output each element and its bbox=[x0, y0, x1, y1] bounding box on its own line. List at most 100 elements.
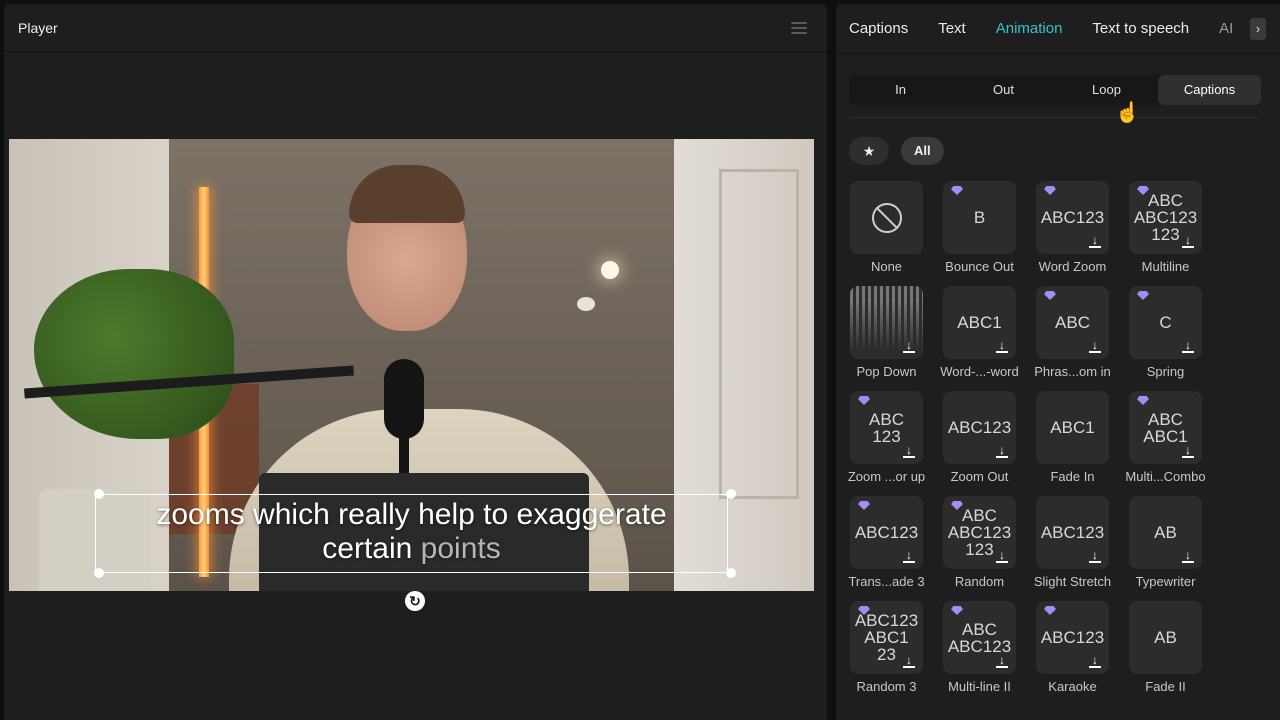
video-lamp-bulb bbox=[601, 261, 619, 279]
animation-preview-text: ABC1 bbox=[957, 313, 1002, 332]
animation-card[interactable]: ABC 123 ↓ Zoom ...or up bbox=[845, 391, 938, 496]
animation-label: Zoom Out bbox=[950, 469, 1009, 484]
tab-captions[interactable]: Captions bbox=[849, 20, 908, 37]
animation-card[interactable]: ABC1 ↓ Word-...-word bbox=[938, 286, 1031, 391]
resize-handle-top-right[interactable] bbox=[726, 489, 736, 499]
animation-preview-text: ABC ABC1 bbox=[1143, 409, 1188, 446]
animation-preview-tile: ABC123 ↓ bbox=[1036, 496, 1109, 569]
animation-card[interactable]: AB ↓ Typewriter bbox=[1124, 496, 1217, 601]
download-icon[interactable]: ↓ bbox=[902, 443, 916, 458]
premium-diamond-icon bbox=[858, 501, 870, 510]
animation-preview-tile: ABC123 ↓ bbox=[1036, 601, 1109, 674]
prohibited-icon bbox=[871, 202, 902, 233]
download-icon[interactable]: ↓ bbox=[902, 653, 916, 668]
segment-in[interactable]: In bbox=[849, 75, 952, 105]
segment-divider bbox=[849, 117, 1259, 118]
download-icon[interactable]: ↓ bbox=[1088, 338, 1102, 353]
panel-tabs: Captions Text Animation Text to speech A… bbox=[836, 4, 1280, 54]
animation-preview-tile: ABC ABC1 ↓ bbox=[1129, 391, 1202, 464]
tab-ai[interactable]: AI bbox=[1219, 20, 1233, 37]
premium-diamond-icon bbox=[951, 186, 963, 195]
animation-card[interactable]: B Bounce Out bbox=[938, 181, 1031, 286]
animation-label: Bounce Out bbox=[945, 259, 1014, 274]
rotate-handle-icon[interactable]: ↻ bbox=[405, 591, 425, 611]
animation-card[interactable]: ABC ABC123 ↓ Multi-line II bbox=[938, 601, 1031, 706]
animation-preview-tile: ↓ bbox=[850, 286, 923, 359]
animation-card[interactable]: ABC1 Fade In bbox=[1031, 391, 1124, 496]
animation-card[interactable]: ABC123 ↓ Trans...ade 3 bbox=[845, 496, 938, 601]
tab-text-to-speech[interactable]: Text to speech bbox=[1092, 20, 1189, 37]
animation-label: Trans...ade 3 bbox=[848, 574, 925, 589]
caption-selection-box[interactable] bbox=[95, 494, 728, 573]
download-icon[interactable]: ↓ bbox=[1181, 548, 1195, 563]
download-icon[interactable]: ↓ bbox=[1088, 233, 1102, 248]
animation-card[interactable]: ABC ABC123 123 ↓ Multiline bbox=[1124, 181, 1217, 286]
animation-label: Multi...Combo bbox=[1125, 469, 1206, 484]
hand-pointer-cursor-icon: ☝ bbox=[1115, 102, 1140, 124]
animation-card[interactable]: AB Fade II bbox=[1124, 601, 1217, 706]
download-icon[interactable]: ↓ bbox=[1088, 548, 1102, 563]
animation-card[interactable]: ABC123 ↓ Slight Stretch bbox=[1031, 496, 1124, 601]
animation-preview-text: ABC123 bbox=[947, 418, 1012, 437]
animation-card[interactable]: None bbox=[845, 181, 938, 286]
animation-preview-text: B bbox=[973, 208, 986, 227]
animation-preview-tile: ABC1 ↓ bbox=[943, 286, 1016, 359]
animation-label: Word Zoom bbox=[1038, 259, 1107, 274]
animation-preview-text: ABC123 bbox=[1040, 628, 1105, 647]
video-lamp-head bbox=[577, 297, 595, 311]
download-icon[interactable]: ↓ bbox=[995, 338, 1009, 353]
resize-handle-bottom-left[interactable] bbox=[94, 568, 104, 578]
animation-card[interactable]: C ↓ Spring bbox=[1124, 286, 1217, 391]
animation-card[interactable]: ABC ABC1 ↓ Multi...Combo bbox=[1124, 391, 1217, 496]
player-title: Player bbox=[18, 19, 58, 36]
animation-preview-tile: AB ↓ bbox=[1129, 496, 1202, 569]
download-icon[interactable]: ↓ bbox=[995, 548, 1009, 563]
premium-diamond-icon bbox=[1137, 291, 1149, 300]
tab-animation[interactable]: Animation bbox=[996, 20, 1063, 37]
animation-preview-tile: ABC123 ↓ bbox=[1036, 181, 1109, 254]
animation-card[interactable]: ABC ABC123 123 ↓ Random bbox=[938, 496, 1031, 601]
animation-preview-text: ABC1 bbox=[1050, 418, 1095, 437]
animation-type-segment: In Out Loop Captions bbox=[849, 75, 1261, 105]
animation-preview-text: ABC ABC123 bbox=[947, 619, 1012, 656]
menu-icon[interactable] bbox=[791, 21, 807, 34]
resize-handle-top-left[interactable] bbox=[94, 489, 104, 499]
animation-preview-tile: C ↓ bbox=[1129, 286, 1202, 359]
download-icon[interactable]: ↓ bbox=[995, 653, 1009, 668]
animation-label: Multiline bbox=[1141, 259, 1190, 274]
animation-preview-text: ABC123 bbox=[1040, 523, 1105, 542]
animation-label: Phras...om in bbox=[1034, 364, 1111, 379]
animation-label: Word-...-word bbox=[940, 364, 1019, 379]
animation-preview-text: ABC123 bbox=[854, 523, 919, 542]
segment-loop[interactable]: Loop bbox=[1055, 75, 1158, 105]
tab-text[interactable]: Text bbox=[938, 20, 966, 37]
animation-label: Random bbox=[954, 574, 1005, 589]
download-icon[interactable]: ↓ bbox=[1088, 653, 1102, 668]
favorites-star-icon[interactable]: ★ bbox=[849, 137, 889, 165]
animation-label: Zoom ...or up bbox=[847, 469, 926, 484]
animation-label: Multi-line II bbox=[948, 679, 1011, 694]
animation-card[interactable]: ABC123 ↓ Karaoke bbox=[1031, 601, 1124, 706]
chevron-right-icon[interactable]: › bbox=[1250, 18, 1266, 40]
animation-card[interactable]: ABC123 ↓ Word Zoom bbox=[1031, 181, 1124, 286]
download-icon[interactable]: ↓ bbox=[902, 548, 916, 563]
animation-card[interactable]: ↓ Pop Down bbox=[845, 286, 938, 391]
premium-diamond-icon bbox=[858, 396, 870, 405]
segment-out[interactable]: Out bbox=[952, 75, 1055, 105]
resize-handle-bottom-right[interactable] bbox=[726, 568, 736, 578]
animation-card[interactable]: ABC123 ABC1 23 ↓ Random 3 bbox=[845, 601, 938, 706]
download-icon[interactable]: ↓ bbox=[1181, 443, 1195, 458]
filter-all[interactable]: All bbox=[901, 137, 944, 165]
download-icon[interactable]: ↓ bbox=[1181, 233, 1195, 248]
animation-card[interactable]: ABC123 ↓ Zoom Out bbox=[938, 391, 1031, 496]
premium-diamond-icon bbox=[1044, 186, 1056, 195]
animation-preview-tile: AB bbox=[1129, 601, 1202, 674]
download-icon[interactable]: ↓ bbox=[1181, 338, 1195, 353]
download-icon[interactable]: ↓ bbox=[995, 443, 1009, 458]
animation-card[interactable]: ABC ↓ Phras...om in bbox=[1031, 286, 1124, 391]
video-door-frame bbox=[719, 169, 799, 499]
segment-captions[interactable]: Captions bbox=[1158, 75, 1261, 105]
premium-diamond-icon bbox=[1044, 606, 1056, 615]
download-icon[interactable]: ↓ bbox=[902, 338, 916, 353]
animation-preview-tile bbox=[850, 181, 923, 254]
